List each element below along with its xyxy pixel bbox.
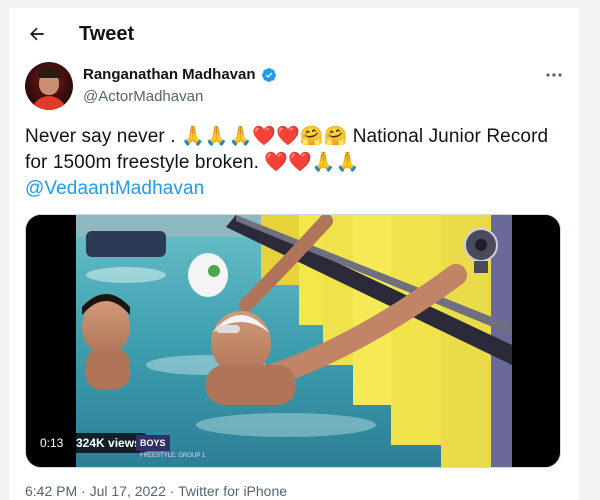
tweet-timestamp: 6:42 PM · Jul 17, 2022 · Twitter for iPh… [25,482,287,500]
separator: · [81,483,86,499]
tweet-text-part: Never say never . [25,126,176,147]
video-elapsed-time: 0:13 [34,433,70,453]
avatar[interactable] [25,62,73,110]
video-frame [26,215,560,467]
mention-link[interactable]: @VedaantMadhavan [25,178,204,199]
back-button[interactable] [25,22,49,46]
more-options-button[interactable] [543,66,565,84]
author-handle[interactable]: @ActorMadhavan [83,88,203,106]
emoji-sequence: 🙏🙏🙏❤️❤️🤗🤗 [180,126,348,147]
arrow-left-icon [30,27,44,41]
more-dots-icon [546,73,562,77]
tweet-time[interactable]: 6:42 PM [25,483,77,499]
tweet-card: Tweet Ranganathan Madhavan @ActorMadhava… [8,8,580,500]
verified-badge-icon [261,68,276,82]
tweet-text: Never say never . 🙏🙏🙏❤️❤️🤗🤗 National Jun… [25,124,565,202]
broadcast-caption: BOYS [136,435,170,451]
tweet-date[interactable]: Jul 17, 2022 [90,483,166,499]
tweet-author: Ranganathan Madhavan @ActorMadhavan [25,62,565,114]
tweet-text-part: National Junior [352,126,481,147]
tweet-header: Tweet [9,8,579,60]
page-title: Tweet [79,23,135,45]
tweet-source[interactable]: Twitter for iPhone [178,483,287,499]
separator: · [169,483,175,499]
video-player[interactable]: 0:13 324K views BOYS FREESTYLE, GROUP 1 [25,214,561,468]
author-name[interactable]: Ranganathan Madhavan [83,66,256,84]
emoji-sequence: ❤️❤️🙏🙏 [264,152,360,173]
broadcast-caption-sub: FREESTYLE, GROUP 1 [140,453,206,459]
